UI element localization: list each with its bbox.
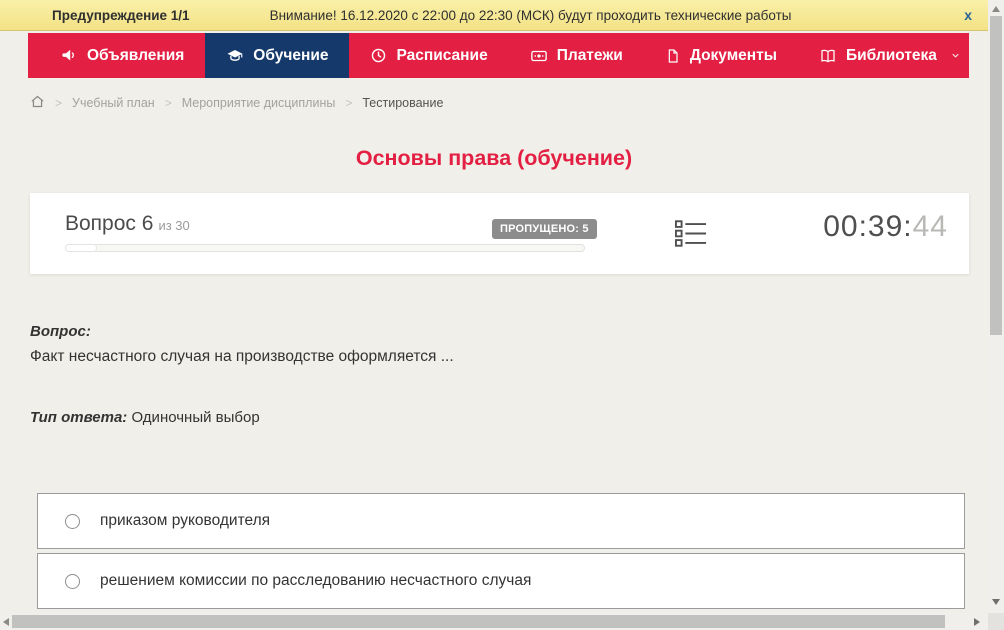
warning-label: Предупреждение 1/1 [52, 7, 190, 23]
scroll-up-arrow-icon[interactable] [992, 6, 1000, 12]
nav-item-library[interactable]: Библиотека [798, 33, 982, 78]
breadcrumb-item-curriculum[interactable]: Учебный план [72, 96, 155, 110]
nav-label: Объявления [87, 46, 185, 64]
scroll-right-arrow-icon[interactable] [974, 618, 980, 626]
page-content: Предупреждение 1/1 Внимание! 16.12.2020 … [0, 0, 988, 613]
answer-type-label: Тип ответа: [30, 409, 128, 426]
answer-label: решением комиссии по расследованию несча… [100, 572, 532, 589]
vertical-scrollbar[interactable] [988, 0, 1004, 613]
breadcrumb-item-discipline-event[interactable]: Мероприятие дисциплины [182, 96, 336, 110]
question-label: Вопрос: [30, 323, 91, 340]
warning-banner: Предупреждение 1/1 Внимание! 16.12.2020 … [0, 0, 988, 31]
breadcrumb-item-testing: Тестирование [362, 96, 444, 110]
nav-label: Документы [689, 46, 777, 64]
home-icon[interactable] [30, 94, 45, 112]
credit-card-icon [530, 47, 548, 65]
nav-item-schedule[interactable]: Расписание [349, 33, 508, 78]
clock-icon [370, 47, 387, 64]
question-number: Вопрос 6 из 30 [65, 212, 190, 236]
warning-message: Внимание! 16.12.2020 с 22:00 до 22:30 (М… [269, 7, 792, 23]
question-number-label: Вопрос 6 [65, 212, 154, 235]
nav-label: Платежи [556, 46, 623, 64]
horizontal-scrollbar[interactable] [0, 613, 988, 630]
progress-bar [65, 244, 585, 252]
question-text: Факт несчастного случая на производстве … [30, 348, 454, 365]
nav-label: Расписание [396, 46, 488, 64]
vertical-scrollbar-thumb[interactable] [990, 16, 1002, 335]
breadcrumb-separator: > [164, 96, 172, 110]
horizontal-scrollbar-thumb[interactable] [12, 615, 945, 628]
book-icon [819, 47, 837, 65]
nav-label: Обучение [253, 46, 329, 64]
chevron-down-icon [950, 50, 961, 61]
warning-close-button[interactable]: x [964, 7, 972, 23]
answer-label: приказом руководителя [100, 512, 271, 529]
question-list-icon[interactable] [675, 220, 707, 252]
nav-item-learning[interactable]: Обучение [205, 33, 350, 78]
timer-minutes: 00:39: [823, 210, 913, 243]
page-title: Основы права (обучение) [355, 146, 633, 170]
radio-icon[interactable] [65, 513, 80, 529]
megaphone-icon [61, 47, 78, 64]
breadcrumb: > Учебный план > Мероприятие дисциплины … [30, 94, 443, 112]
question-count-label: из 30 [158, 218, 190, 233]
nav-item-documents[interactable]: Документы [644, 33, 798, 78]
progress-fill [66, 245, 98, 251]
breadcrumb-separator: > [55, 96, 63, 110]
scroll-down-arrow-icon[interactable] [992, 599, 1000, 605]
scroll-left-arrow-icon[interactable] [3, 618, 9, 626]
answer-option-2[interactable]: решением комиссии по расследованию несча… [37, 553, 965, 609]
document-icon [665, 48, 681, 64]
question-header-card: Вопрос 6 из 30 ПРОПУЩЕНО: 5 00:39:44 [30, 193, 969, 274]
breadcrumb-separator: > [345, 96, 353, 110]
scrollbar-corner [988, 613, 1004, 630]
answer-type-row: Тип ответа: Одиночный выбор [30, 409, 260, 426]
radio-icon[interactable] [65, 573, 80, 589]
answer-option-1[interactable]: приказом руководителя [37, 493, 965, 549]
skipped-badge: ПРОПУЩЕНО: 5 [492, 219, 597, 239]
nav-item-announcements[interactable]: Объявления [40, 33, 205, 78]
nav-item-payments[interactable]: Платежи [509, 33, 644, 78]
answer-type-value: Одиночный выбор [131, 409, 260, 426]
timer-seconds: 44 [912, 210, 948, 243]
timer: 00:39:44 [823, 210, 948, 244]
graduation-cap-icon [226, 47, 244, 65]
nav-label: Библиотека [846, 46, 937, 64]
main-nav: Объявления Обучение Расписание Платежи Д… [28, 33, 969, 78]
